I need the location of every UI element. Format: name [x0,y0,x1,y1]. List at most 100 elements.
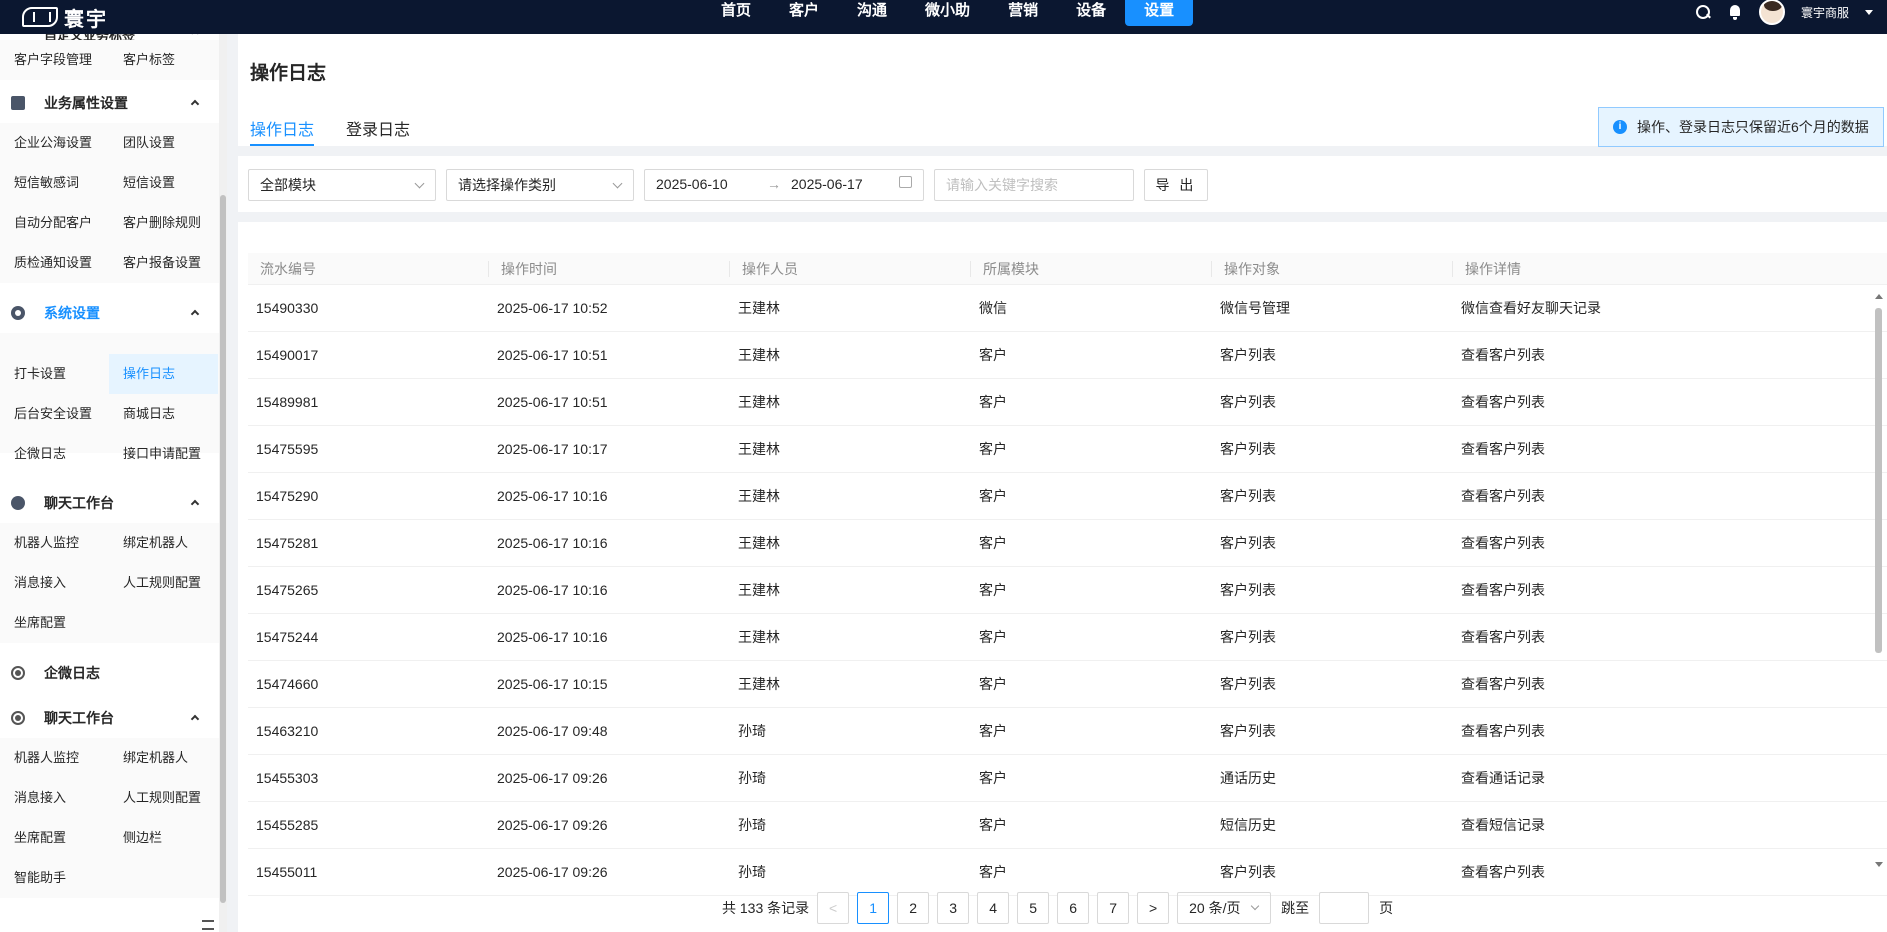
table-row[interactable]: 15475281 2025-06-17 10:16 王建林 客户 客户列表 查看客户列表 [248,520,1887,567]
date-range-picker[interactable]: 2025-06-10 → 2025-06-17 [644,169,924,201]
table-scrollbar-thumb[interactable] [1875,308,1882,653]
cell-operator: 王建林 [738,535,780,551]
table-row[interactable]: 15490017 2025-06-17 10:51 王建林 客户 客户列表 查看客户列表 [248,332,1887,379]
date-end[interactable]: 2025-06-17 [791,176,863,192]
cell-object: 通话历史 [1220,770,1276,786]
nav-communication[interactable]: 沟通 [838,0,906,26]
table-row[interactable]: 15475244 2025-06-17 10:16 王建林 客户 客户列表 查看客户列表 [248,614,1887,661]
sidebar-item-operation-log[interactable]: 操作日志 [109,354,218,394]
page-button-2[interactable]: 2 [897,892,930,924]
sidebar-item-message-access[interactable]: 消息接入 [0,778,109,818]
sidebar-item-public-pool[interactable]: 企业公海设置 [0,123,109,163]
sidebar-item-sms-sensitive[interactable]: 短信敏感词 [0,163,109,203]
sidebar: 自定义业务标签 客户字段管理 客户标签 业务属性设置 企业公海设置 团队设置 短… [0,34,219,932]
jump-suffix: 页 [1379,900,1394,916]
table-row[interactable]: 15474660 2025-06-17 10:15 王建林 客户 客户列表 查看客户列表 [248,661,1887,708]
sidebar-item-message-access[interactable]: 消息接入 [0,563,109,603]
sidebar-group-system[interactable]: 系统设置 [0,293,219,333]
sidebar-item-customer-fields[interactable]: 客户字段管理 [0,40,109,80]
export-button[interactable]: 导 出 [1144,169,1208,201]
sidebar-group-wecom-log[interactable]: 企微日志 [0,653,219,693]
page-button-1[interactable]: 1 [857,892,890,924]
sidebar-item-clock-in[interactable]: 打卡设置 [0,354,109,394]
table-row[interactable]: 15463210 2025-06-17 09:48 孙琦 客户 客户列表 查看客户列表 [248,708,1887,755]
sidebar-item-wecom-log[interactable]: 企微日志 [0,434,109,474]
page-button-6[interactable]: 6 [1057,892,1090,924]
sidebar-scrollbar-thumb[interactable] [220,195,226,903]
next-page-button[interactable]: > [1137,892,1170,924]
nav-devices[interactable]: 设备 [1057,0,1125,26]
jump-page-input[interactable] [1319,892,1370,924]
sidebar-item-team[interactable]: 团队设置 [109,123,218,163]
date-start[interactable]: 2025-06-10 [656,176,728,192]
sidebar-item-robot-monitor[interactable]: 机器人监控 [0,738,109,778]
user-name[interactable]: 寰宇商服 [1801,4,1849,21]
nav-assistant[interactable]: 微小助 [906,0,989,26]
table-row[interactable]: 15455303 2025-06-17 09:26 孙琦 客户 通话历史 查看通话记录 [248,755,1887,802]
page-button-7[interactable]: 7 [1097,892,1130,924]
chevron-down-icon[interactable] [1865,9,1873,15]
sidebar-item-auto-assign[interactable]: 自动分配客户 [0,203,109,243]
page-button-3[interactable]: 3 [937,892,970,924]
sidebar-group-chat[interactable]: 聊天工作台 [0,483,219,523]
sidebar-item-api-apply[interactable]: 接口申请配置 [109,434,218,474]
tab-login-log[interactable]: 登录日志 [346,116,410,140]
keyword-search-input[interactable] [934,169,1134,201]
avatar[interactable] [1758,0,1785,25]
scroll-down-icon[interactable] [1875,862,1883,867]
sidebar-item-seat-config[interactable]: 坐席配置 [0,818,109,858]
page-size-select[interactable]: 20 条/页 [1177,892,1272,924]
nav-settings[interactable]: 设置 [1125,0,1194,26]
sidebar-item-seat-config[interactable]: 坐席配置 [0,603,109,643]
operation-type-select[interactable]: 请选择操作类别 [446,169,634,201]
page-button-5[interactable]: 5 [1017,892,1050,924]
sidebar-item-side-panel[interactable]: 侧边栏 [109,818,218,858]
table-row[interactable]: 15475290 2025-06-17 10:16 王建林 客户 客户列表 查看客户列表 [248,473,1887,520]
table-row[interactable]: 15455285 2025-06-17 09:26 孙琦 客户 短信历史 查看短信记录 [248,802,1887,849]
brand-logo[interactable]: 寰宇 [22,3,108,31]
cell-operator: 王建林 [738,488,780,504]
module-select[interactable]: 全部模块 [248,169,436,201]
page-button-4[interactable]: 4 [977,892,1010,924]
sidebar-item-delete-rules[interactable]: 客户删除规则 [109,203,218,243]
sidebar-item-robot-monitor[interactable]: 机器人监控 [0,523,109,563]
search-icon[interactable] [1695,4,1711,20]
collapse-menu-icon[interactable] [202,920,214,930]
cell-object: 短信历史 [1220,817,1276,833]
table-row[interactable]: 15475265 2025-06-17 10:16 王建林 客户 客户列表 查看客户列表 [248,567,1887,614]
sidebar-item-customer-tags[interactable]: 客户标签 [109,40,218,80]
bell-icon[interactable] [1727,4,1743,20]
nav-home[interactable]: 首页 [702,0,770,26]
sidebar-item-manual-rules[interactable]: 人工规则配置 [109,563,218,603]
nav-marketing[interactable]: 营销 [989,0,1057,26]
sidebar-item-security[interactable]: 后台安全设置 [0,394,109,434]
tab-operation-log[interactable]: 操作日志 [250,116,314,140]
cell-detail: 查看客户列表 [1461,488,1545,504]
cell-detail: 查看客户列表 [1461,723,1545,739]
table-row[interactable]: 15489981 2025-06-17 10:51 王建林 客户 客户列表 查看客户列表 [248,379,1887,426]
sidebar-item-ai-assistant[interactable]: 智能助手 [0,858,109,898]
cell-serial: 15490017 [256,347,319,363]
cell-operator: 王建林 [738,394,780,410]
sidebar-item-qc-notify[interactable]: 质检通知设置 [0,243,109,283]
sidebar-item-mall-log[interactable]: 商城日志 [109,394,218,434]
sidebar-group-business[interactable]: 业务属性设置 [0,83,219,123]
col-detail: 操作详情 [1465,261,1521,277]
chevron-up-icon [190,309,200,319]
table-row[interactable]: 15475595 2025-06-17 10:17 王建林 客户 客户列表 查看客户列表 [248,426,1887,473]
logo-mark-icon [22,7,58,27]
sidebar-item-bind-robot[interactable]: 绑定机器人 [109,523,218,563]
table-row[interactable]: 15455011 2025-06-17 09:26 孙琦 客户 客户列表 查看客户列表 [248,849,1887,896]
cell-detail: 查看客户列表 [1461,629,1545,645]
cell-detail: 查看客户列表 [1461,864,1545,880]
sidebar-item-sms-settings[interactable]: 短信设置 [109,163,218,203]
sidebar-item-bind-robot[interactable]: 绑定机器人 [109,738,218,778]
prev-page-button[interactable]: < [817,892,850,924]
sidebar-group-chat-2[interactable]: 聊天工作台 [0,698,219,738]
scroll-up-icon[interactable] [1875,294,1883,299]
table-row[interactable]: 15490330 2025-06-17 10:52 王建林 微信 微信号管理 微信查看好友… [248,285,1887,332]
nav-customer[interactable]: 客户 [770,0,838,26]
sidebar-item-manual-rules[interactable]: 人工规则配置 [109,778,218,818]
sidebar-item-report-settings[interactable]: 客户报备设置 [109,243,218,283]
cell-serial: 15475265 [256,582,319,598]
